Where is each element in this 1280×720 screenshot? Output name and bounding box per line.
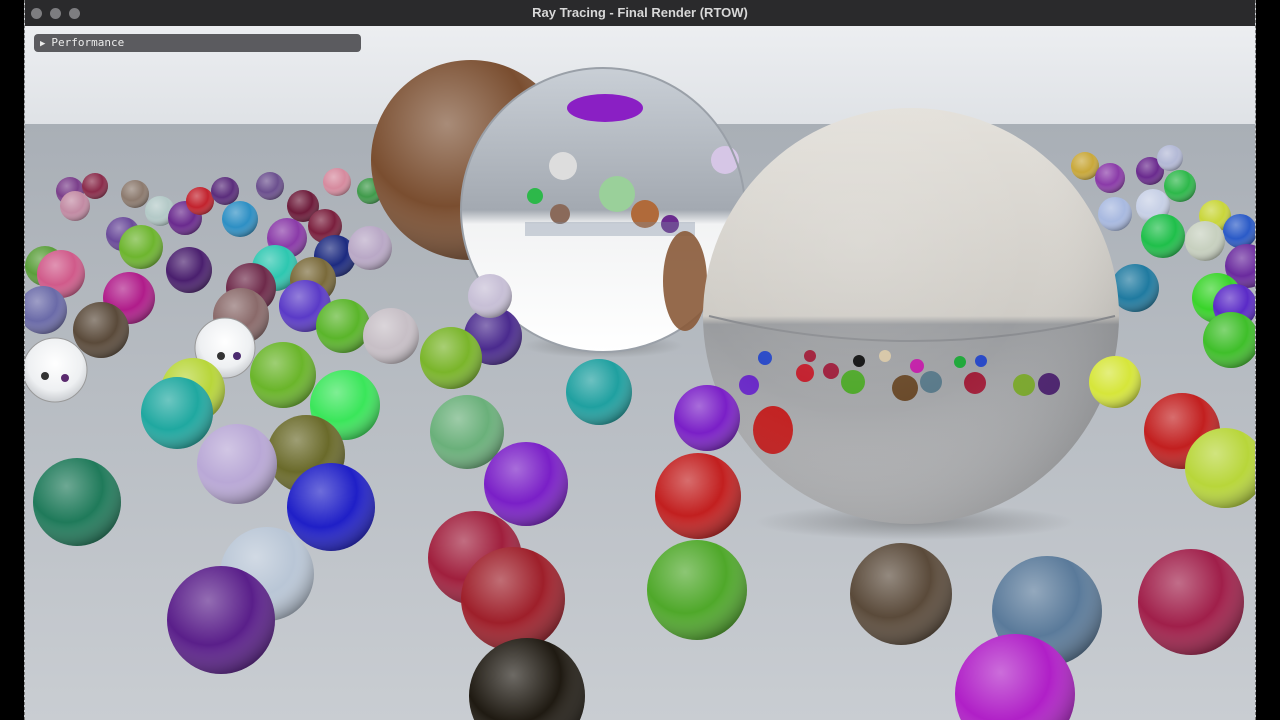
app-window: Ray Tracing - Final Render (RTOW) ▶ Perf… bbox=[24, 0, 1256, 720]
render-viewport[interactable]: ▶ Performance bbox=[25, 26, 1255, 720]
triangle-right-icon: ▶ bbox=[40, 39, 46, 49]
window-title: Ray Tracing - Final Render (RTOW) bbox=[532, 5, 748, 20]
rendered-scene bbox=[25, 26, 1255, 720]
performance-panel-label: Performance bbox=[51, 36, 125, 49]
performance-panel-header[interactable]: ▶ Performance bbox=[34, 34, 361, 52]
title-bar[interactable]: Ray Tracing - Final Render (RTOW) bbox=[25, 0, 1255, 27]
